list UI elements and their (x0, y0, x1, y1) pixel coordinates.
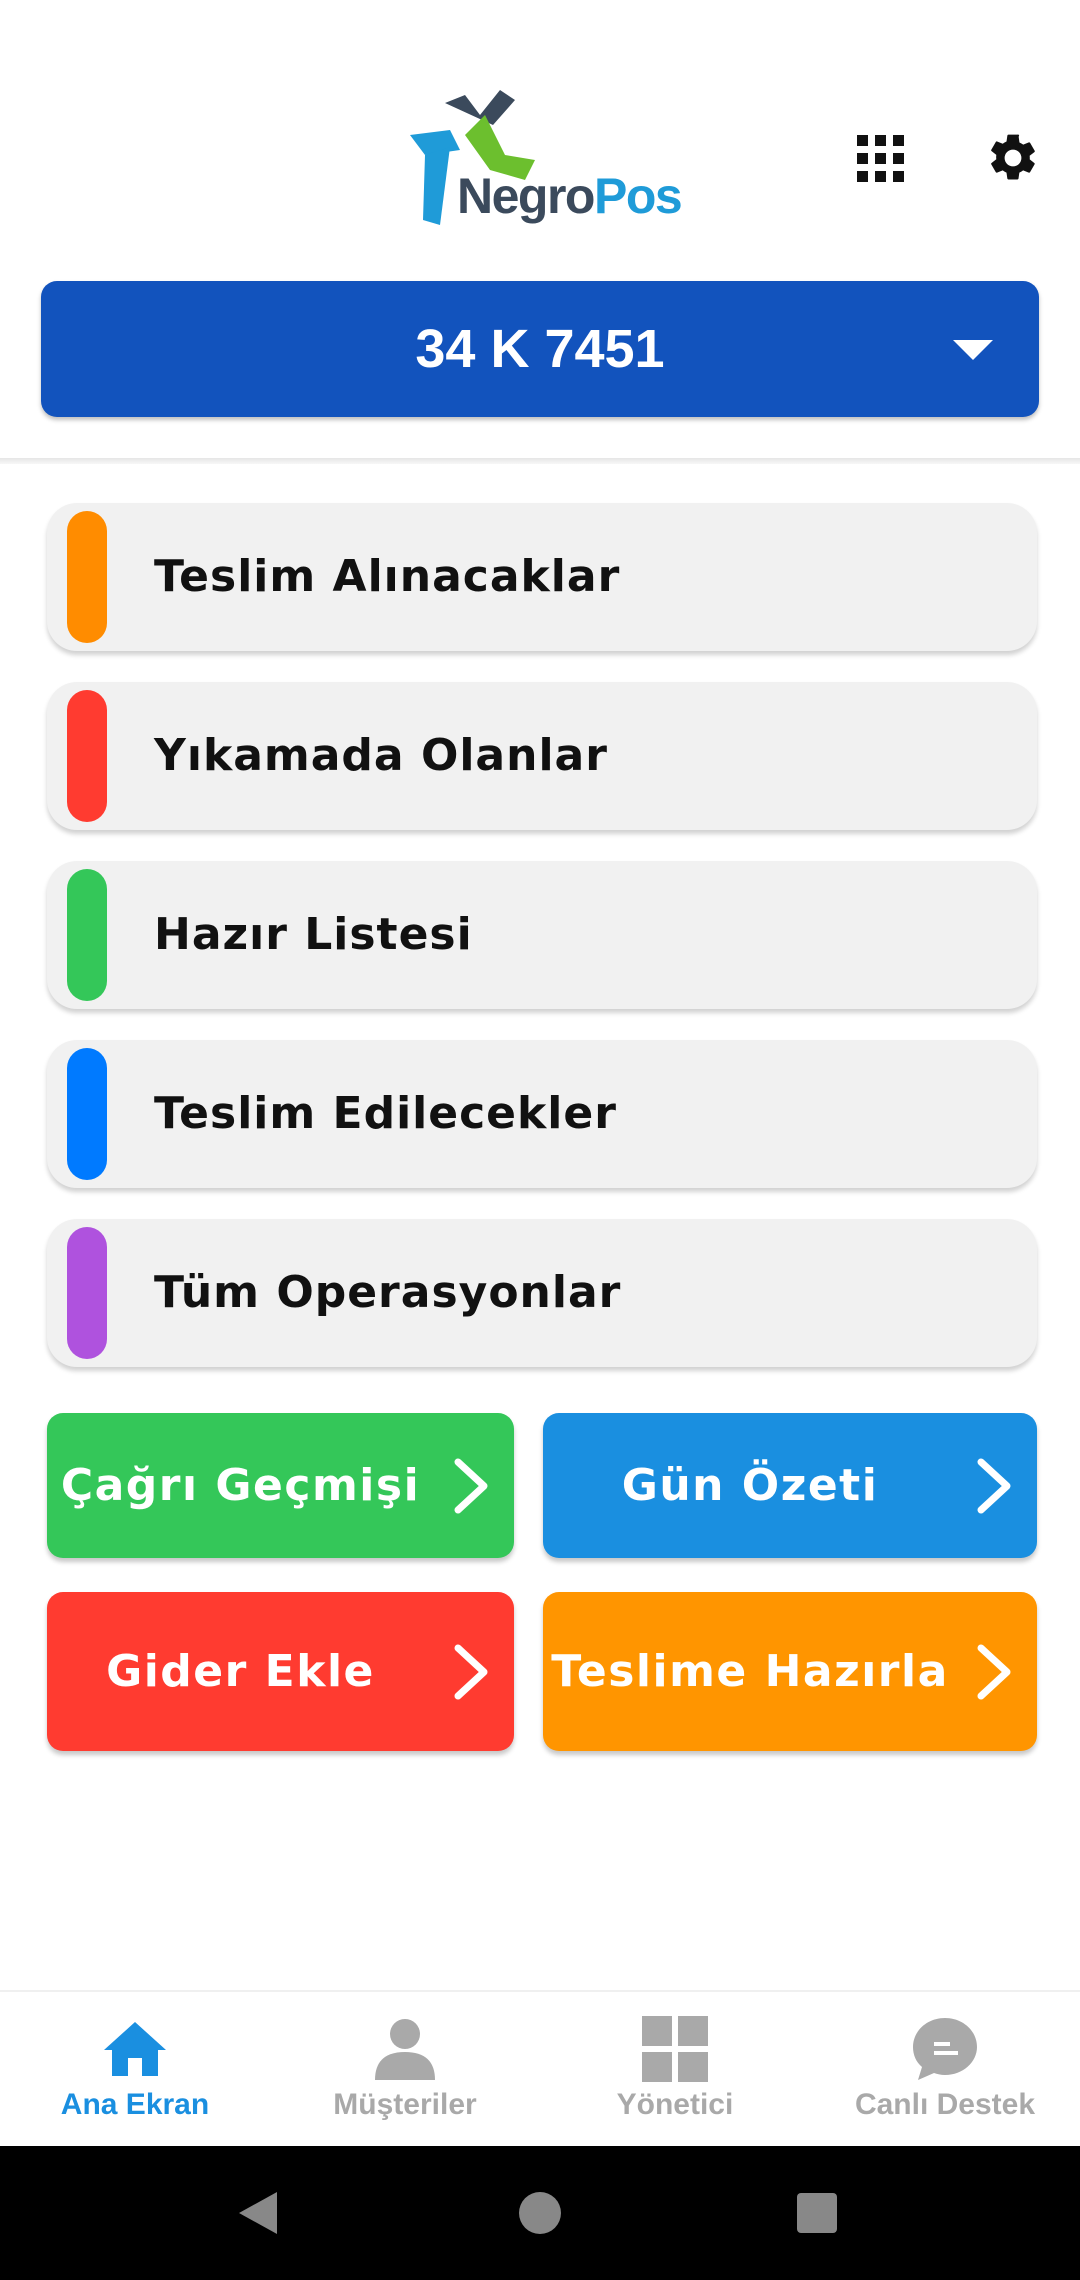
add-expense-button[interactable]: Gider Ekle (47, 1592, 514, 1751)
prepare-delivery-button[interactable]: Teslime Hazırla (543, 1592, 1037, 1751)
vehicle-plate-selector[interactable]: 34 K 7451 (41, 281, 1039, 417)
call-history-button[interactable]: Çağrı Geçmişi (47, 1413, 514, 1558)
status-color-bar (67, 1048, 107, 1180)
chevron-right-icon (977, 1644, 1011, 1699)
nav-item-customers[interactable]: Müşteriler (270, 1992, 540, 2148)
nav-label: Müşteriler (333, 2088, 477, 2121)
gear-icon[interactable] (985, 130, 1041, 186)
chevron-right-icon (454, 1644, 488, 1699)
button-label: Teslime Hazırla (551, 1646, 949, 1697)
logo-text: NegroPos (457, 167, 683, 225)
chat-icon (913, 2018, 977, 2080)
day-summary-button[interactable]: Gün Özeti (543, 1413, 1037, 1558)
home-icon (104, 2022, 166, 2076)
button-label: Gün Özeti (621, 1460, 879, 1511)
chevron-right-icon (454, 1458, 488, 1513)
status-color-bar (67, 1227, 107, 1359)
status-item-tum-operasyonlar[interactable]: Tüm Operasyonlar (47, 1219, 1037, 1367)
bottom-navigation: Ana Ekran Müşteriler Yönetici Canlı Dest… (0, 1990, 1080, 2148)
nav-label: Yönetici (616, 2088, 734, 2121)
status-label: Teslim Alınacaklar (154, 551, 621, 602)
home-circle-icon[interactable] (480, 2146, 600, 2280)
status-color-bar (67, 511, 107, 643)
nav-label: Canlı Destek (854, 2088, 1036, 2121)
status-item-yikamada-olanlar[interactable]: Yıkamada Olanlar (47, 682, 1037, 830)
status-label: Tüm Operasyonlar (154, 1267, 622, 1318)
header-divider (0, 458, 1080, 464)
recents-icon[interactable] (757, 2146, 877, 2280)
nav-label: Ana Ekran (60, 2088, 210, 2121)
logo-text-pos: Pos (593, 168, 683, 224)
back-icon[interactable] (199, 2146, 319, 2280)
grid-icon[interactable] (857, 135, 905, 183)
plate-number: 34 K 7451 (415, 319, 665, 379)
user-icon (375, 2019, 435, 2080)
status-color-bar (67, 869, 107, 1001)
status-item-teslim-alinacaklar[interactable]: Teslim Alınacaklar (47, 503, 1037, 651)
dropdown-arrow-icon (953, 340, 993, 360)
system-navigation-bar (0, 2146, 1080, 2280)
status-label: Hazır Listesi (154, 909, 473, 960)
app-header: NegroPos 34 K 7451 (0, 0, 1080, 460)
nav-item-home[interactable]: Ana Ekran (0, 1992, 270, 2148)
status-item-hazir-listesi[interactable]: Hazır Listesi (47, 861, 1037, 1009)
status-item-teslim-edilecekler[interactable]: Teslim Edilecekler (47, 1040, 1037, 1188)
button-label: Gider Ekle (106, 1646, 375, 1697)
status-label: Yıkamada Olanlar (154, 730, 608, 781)
chevron-right-icon (977, 1458, 1011, 1513)
logo-text-negro: Negro (457, 168, 595, 224)
status-color-bar (67, 690, 107, 822)
nav-item-manager[interactable]: Yönetici (540, 1992, 810, 2148)
nav-item-live-support[interactable]: Canlı Destek (810, 1992, 1080, 2148)
button-label: Çağrı Geçmişi (60, 1460, 421, 1511)
negropos-logo: NegroPos (405, 85, 683, 240)
dashboard-icon (642, 2016, 708, 2082)
status-label: Teslim Edilecekler (154, 1088, 617, 1139)
